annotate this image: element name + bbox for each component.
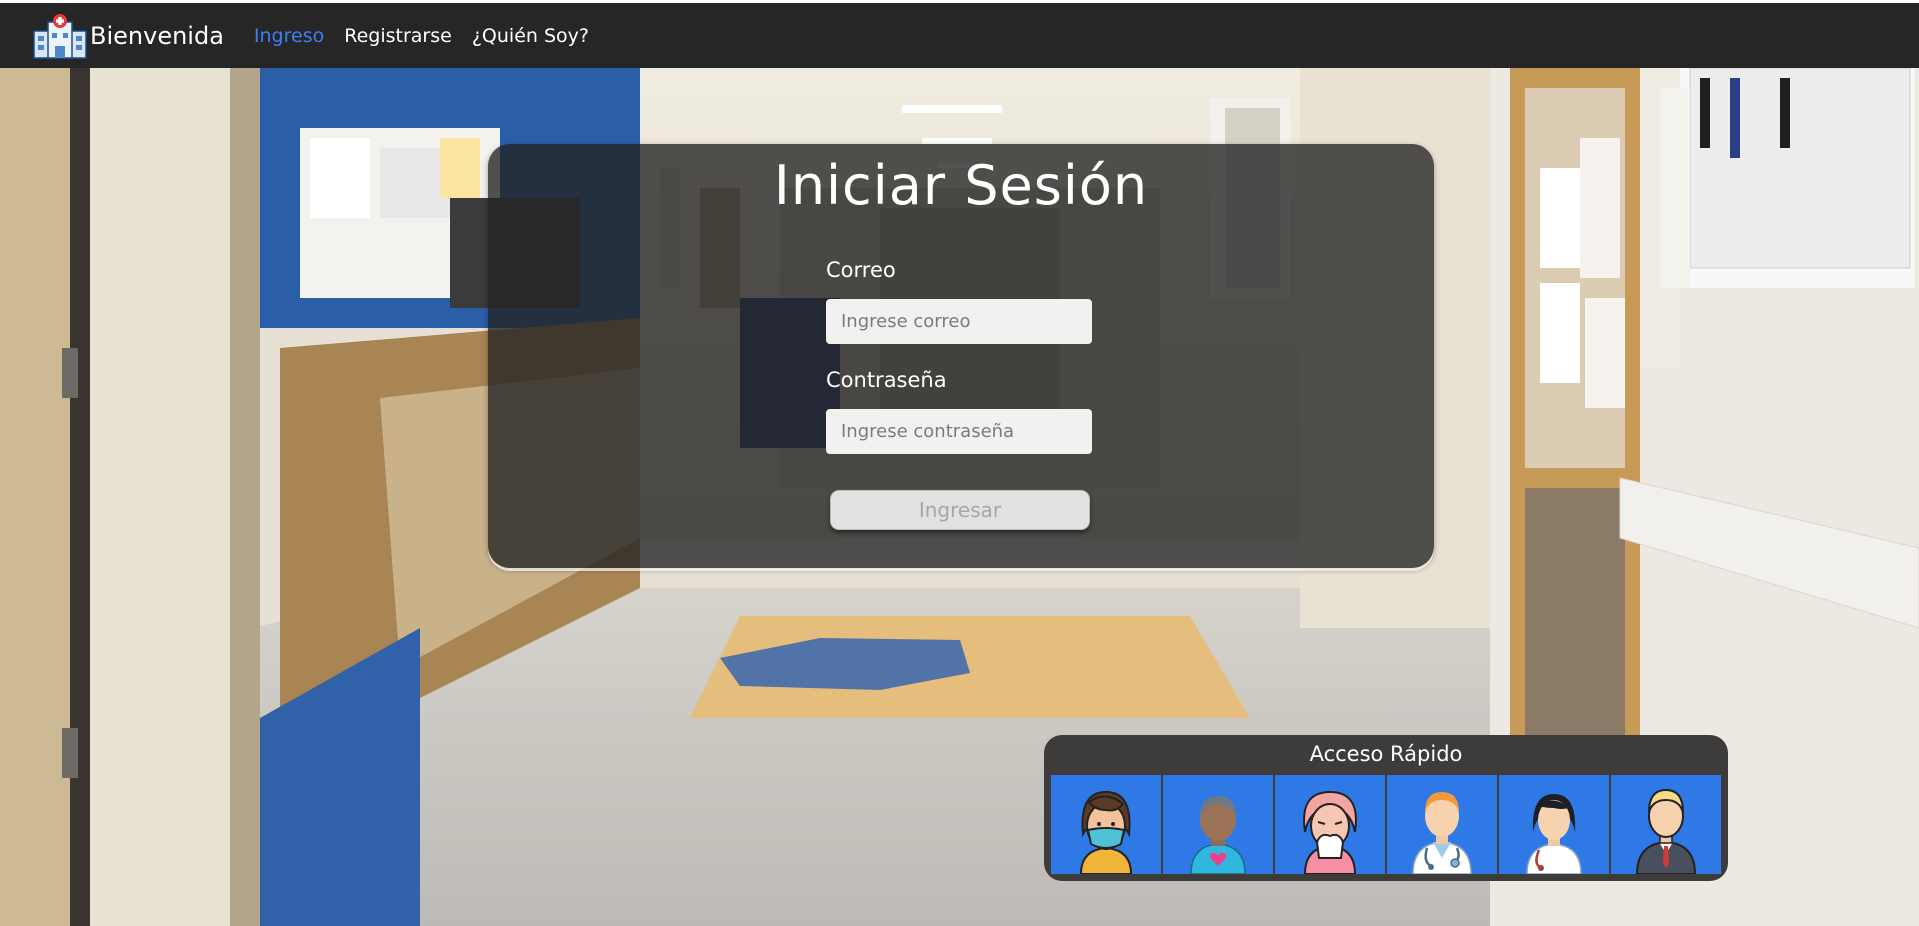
patient-heart-avatar-icon — [1190, 796, 1246, 874]
quick-access-user-1[interactable] — [1051, 775, 1161, 874]
quick-access-title: Acceso Rápido — [1309, 742, 1463, 766]
quick-access-user-6[interactable] — [1611, 775, 1721, 874]
login-card: Iniciar Sesión Correo Contraseña Ingresa… — [488, 144, 1434, 568]
quick-access-row — [1051, 775, 1721, 874]
navbar: Bienvenida Ingreso Registrarse ¿Quién So… — [0, 3, 1919, 68]
sick-woman-avatar-icon — [1303, 790, 1357, 874]
quick-access-user-2[interactable] — [1163, 775, 1273, 874]
email-input[interactable] — [826, 299, 1092, 344]
nav-link-quien-soy[interactable]: ¿Quién Soy? — [472, 25, 589, 47]
login-submit-button[interactable]: Ingresar — [830, 490, 1090, 530]
password-input[interactable] — [826, 409, 1092, 454]
businessman-avatar-icon — [1635, 788, 1697, 874]
female-doctor-avatar-icon — [1526, 794, 1582, 874]
nav-link-registrarse[interactable]: Registrarse — [344, 25, 452, 47]
email-label: Correo — [826, 258, 896, 282]
hospital-icon — [33, 13, 87, 59]
nav-link-ingreso[interactable]: Ingreso — [254, 25, 324, 47]
password-label: Contraseña — [826, 368, 947, 392]
quick-access-user-4[interactable] — [1387, 775, 1497, 874]
brand[interactable]: Bienvenida — [32, 13, 254, 59]
quick-access-panel: Acceso Rápido — [1044, 735, 1728, 881]
login-title: Iniciar Sesión — [773, 154, 1149, 217]
masked-woman-avatar-icon — [1079, 790, 1133, 874]
male-doctor-avatar-icon — [1412, 792, 1472, 874]
brand-title: Bienvenida — [90, 21, 224, 50]
quick-access-user-5[interactable] — [1499, 775, 1609, 874]
quick-access-user-3[interactable] — [1275, 775, 1385, 874]
